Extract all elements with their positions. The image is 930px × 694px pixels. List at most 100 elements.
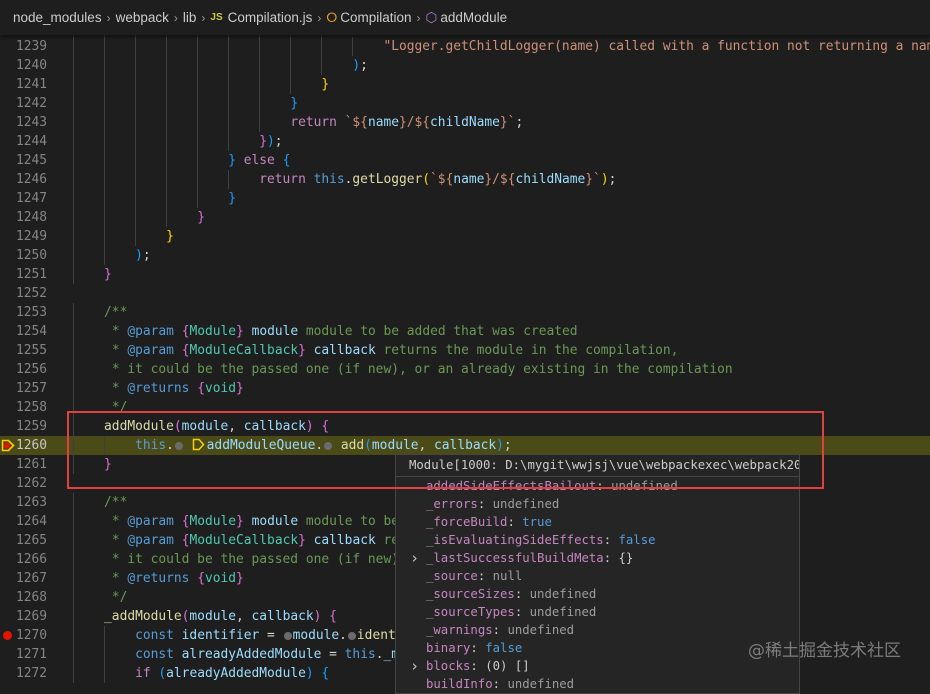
code-line[interactable]: 1240 ); <box>0 56 930 75</box>
line-number[interactable]: 1240 <box>0 56 47 75</box>
line-number[interactable]: 1257 <box>0 379 47 398</box>
hover-property-row[interactable]: _isEvaluatingSideEffects: false <box>396 531 799 549</box>
code-line[interactable]: 1247 } <box>0 189 930 208</box>
line-number[interactable]: 1249 <box>0 227 47 246</box>
code-token: const <box>135 628 174 643</box>
code-token: getLogger <box>352 172 423 187</box>
hover-property-row[interactable]: › _lastSuccessfulBuildMeta: {} <box>396 549 799 567</box>
line-number[interactable]: 1265 <box>0 531 47 550</box>
code-line[interactable]: 1250 ); <box>0 246 930 265</box>
hover-property-row[interactable]: _warnings: undefined <box>396 621 799 639</box>
inline-breakpoint-icon[interactable] <box>324 442 333 450</box>
line-number[interactable]: 1266 <box>0 550 47 569</box>
property-key: _source <box>426 569 478 583</box>
line-number[interactable]: 1241 <box>0 75 47 94</box>
breadcrumb-item-webpack[interactable]: webpack <box>116 10 169 25</box>
code-token: childName <box>430 115 500 130</box>
code-line[interactable]: 1245 } else { <box>0 151 930 170</box>
code-line[interactable]: 1258 */ <box>0 398 930 417</box>
chevron-right-icon[interactable]: › <box>410 657 419 675</box>
hover-property-row[interactable]: _sourceTypes: undefined <box>396 603 799 621</box>
line-number[interactable]: 1255 <box>0 341 47 360</box>
line-number[interactable]: 1269 <box>0 607 47 626</box>
line-number[interactable]: 1251 <box>0 265 47 284</box>
line-number[interactable]: 1263 <box>0 493 47 512</box>
code-line[interactable]: 1248 } <box>0 208 930 227</box>
line-number[interactable]: 1264 <box>0 512 47 531</box>
line-number[interactable]: 1253 <box>0 303 47 322</box>
code-line[interactable]: 1259 addModule(module, callback) { <box>0 417 930 436</box>
line-number[interactable]: 1271 <box>0 645 47 664</box>
line-number[interactable]: 1242 <box>0 94 47 113</box>
code-token: ModuleCallback <box>189 533 299 548</box>
line-number[interactable]: 1267 <box>0 569 47 588</box>
hover-property-row[interactable]: _sourceSizes: undefined <box>396 585 799 603</box>
line-number[interactable]: 1247 <box>0 189 47 208</box>
line-number[interactable]: 1259 <box>0 417 47 436</box>
code-line[interactable]: 1254 * @param {Module} module module to … <box>0 322 930 341</box>
breadcrumb-item-method[interactable]: addModule <box>440 10 507 25</box>
line-number[interactable]: 1243 <box>0 113 47 132</box>
code-line[interactable]: 1249 } <box>0 227 930 246</box>
code-line[interactable]: 1241 } <box>0 75 930 94</box>
code-line[interactable]: 1257 * @returns {void} <box>0 379 930 398</box>
line-number[interactable]: 1248 <box>0 208 47 227</box>
code-line[interactable]: 1243 return `${name}/${childName}`; <box>0 113 930 132</box>
line-number[interactable]: 1258 <box>0 398 47 417</box>
inline-breakpoint-icon[interactable] <box>174 442 183 450</box>
code-line[interactable]: 1260 this. addModuleQueue. add(module, c… <box>0 436 930 455</box>
line-number[interactable]: 1244 <box>0 132 47 151</box>
line-number[interactable]: 1268 <box>0 588 47 607</box>
code-token: = <box>321 647 345 662</box>
code-line[interactable]: 1253 /** <box>0 303 930 322</box>
line-number[interactable]: 1272 <box>0 664 47 683</box>
chevron-right-icon[interactable]: › <box>410 549 419 567</box>
breadcrumb-item-lib[interactable]: lib <box>183 10 197 25</box>
breadcrumb-item-class[interactable]: Compilation <box>340 10 411 25</box>
line-number[interactable]: 1239 <box>0 37 47 56</box>
hover-property-row[interactable]: › blocks: (0) [] <box>396 657 799 675</box>
inline-breakpoint-icon[interactable] <box>347 632 356 640</box>
line-number[interactable]: 1262 <box>0 474 47 493</box>
line-number[interactable]: 1250 <box>0 246 47 265</box>
code-line[interactable]: 1255 * @param {ModuleCallback} callback … <box>0 341 930 360</box>
property-separator: : <box>477 497 493 511</box>
code-line[interactable]: 1251 } <box>0 265 930 284</box>
hover-property-row[interactable]: addedSideEffectsBailout: undefined <box>396 477 799 495</box>
code-line[interactable]: 1239 "Logger.getChildLogger(name) called… <box>0 37 930 56</box>
paused-breakpoint-icon[interactable] <box>1 439 15 452</box>
hover-property-row[interactable]: _source: null <box>396 567 799 585</box>
line-number[interactable]: 1245 <box>0 151 47 170</box>
code-line[interactable]: 1246 return this.getLogger(`${name}/${ch… <box>0 170 930 189</box>
hover-property-row[interactable]: buildInfo: undefined <box>396 675 799 693</box>
current-statement-icon[interactable] <box>192 438 205 451</box>
breadcrumb-item-node-modules[interactable]: node_modules <box>13 10 102 25</box>
hover-property-row[interactable]: binary: false <box>396 639 799 657</box>
code-line[interactable]: 1242 } <box>0 94 930 113</box>
code-token: alreadyAddedModule <box>181 647 322 662</box>
breakpoint-icon[interactable] <box>3 631 12 640</box>
code-line[interactable]: 1256 * it could be the passed one (if ne… <box>0 360 930 379</box>
code-text: addModule(module, callback) { <box>73 417 329 436</box>
inline-breakpoint-icon[interactable] <box>283 632 292 640</box>
property-key: _sourceTypes <box>426 605 515 619</box>
debug-hover-widget[interactable]: Module[1000: D:\mygit\wwjsj\vue\webpacke… <box>395 454 800 694</box>
line-number[interactable]: 1246 <box>0 170 47 189</box>
code-line[interactable]: 1252 <box>0 284 930 303</box>
code-line[interactable]: 1244 }); <box>0 132 930 151</box>
line-number[interactable]: 1261 <box>0 455 47 474</box>
hover-property-row[interactable]: _errors: undefined <box>396 495 799 513</box>
property-separator: : <box>603 551 619 565</box>
line-number[interactable]: 1254 <box>0 322 47 341</box>
breadcrumb-item-file[interactable]: Compilation.js <box>228 10 313 25</box>
code-token: return <box>290 115 337 130</box>
hover-property-row[interactable]: _forceBuild: true <box>396 513 799 531</box>
line-number[interactable]: 1252 <box>0 284 47 303</box>
line-number[interactable]: 1256 <box>0 360 47 379</box>
